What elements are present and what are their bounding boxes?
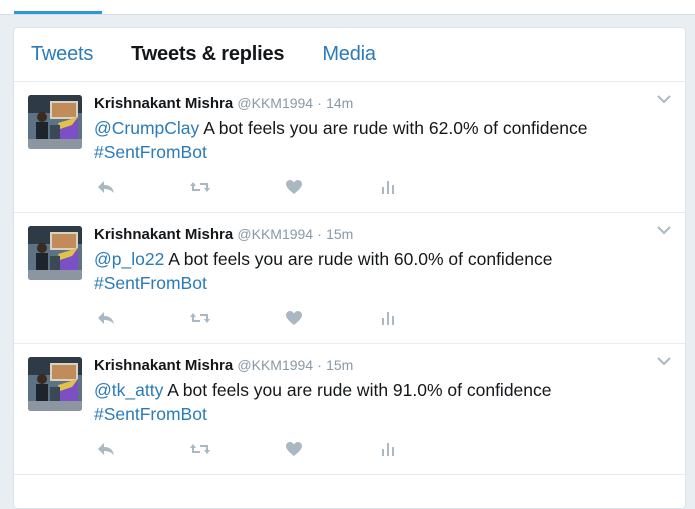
tweet-actions: [94, 306, 470, 330]
tweet-header: Krishnakant Mishra @KKM1994 · 15m: [94, 224, 665, 245]
avatar[interactable]: [28, 357, 82, 411]
tweet-text: @tk_atty A bot feels you are rude with 9…: [94, 378, 665, 426]
separator: ·: [317, 226, 322, 242]
tweet[interactable]: Krishnakant Mishra @KKM1994 · 15m @tk_at…: [14, 344, 685, 475]
avatar-image: [28, 95, 82, 149]
reply-icon[interactable]: [94, 176, 118, 198]
chevron-down-icon[interactable]: [655, 354, 673, 368]
analytics-icon[interactable]: [376, 176, 400, 198]
author-username[interactable]: @KKM1994: [237, 226, 313, 242]
reply-icon[interactable]: [94, 307, 118, 329]
analytics-icon[interactable]: [376, 307, 400, 329]
separator: ·: [317, 357, 322, 373]
timestamp[interactable]: 15m: [326, 226, 353, 242]
tweet-text-body: A bot feels you are rude with 91.0% of c…: [163, 380, 552, 400]
tweet-actions: [94, 437, 470, 461]
author-username[interactable]: @KKM1994: [237, 95, 313, 111]
retweet-icon[interactable]: [188, 438, 212, 460]
top-strip: [0, 0, 695, 15]
heart-icon[interactable]: [282, 307, 306, 329]
retweet-icon[interactable]: [188, 307, 212, 329]
hashtag-link[interactable]: #SentFromBot: [94, 404, 207, 424]
tweet-actions: [94, 175, 470, 199]
tweet-text: @CrumpClay A bot feels you are rude with…: [94, 116, 665, 164]
tab-tweets-and-replies[interactable]: Tweets & replies: [131, 43, 284, 66]
tab-tweets[interactable]: Tweets: [31, 43, 93, 66]
tweet[interactable]: Krishnakant Mishra @KKM1994 · 14m @Crump…: [14, 82, 685, 213]
reply-icon[interactable]: [94, 438, 118, 460]
author-username[interactable]: @KKM1994: [237, 357, 313, 373]
heart-icon[interactable]: [282, 176, 306, 198]
timeline-tabs: Tweets Tweets & replies Media: [14, 28, 685, 82]
avatar[interactable]: [28, 95, 82, 149]
avatar-image: [28, 226, 82, 280]
timestamp[interactable]: 15m: [326, 357, 353, 373]
hashtag-link[interactable]: #SentFromBot: [94, 273, 207, 293]
analytics-icon[interactable]: [376, 438, 400, 460]
tweet-body: Krishnakant Mishra @KKM1994 · 15m @tk_at…: [94, 355, 665, 426]
active-tab-underline: [14, 11, 102, 14]
hashtag-link[interactable]: #SentFromBot: [94, 142, 207, 162]
author-name[interactable]: Krishnakant Mishra: [94, 95, 233, 112]
tweet-text-body: A bot feels you are rude with 62.0% of c…: [199, 118, 588, 138]
avatar-image: [28, 357, 82, 411]
heart-icon[interactable]: [282, 438, 306, 460]
timestamp[interactable]: 14m: [326, 95, 353, 111]
tweet-body: Krishnakant Mishra @KKM1994 · 14m @Crump…: [94, 93, 665, 164]
chevron-down-icon[interactable]: [655, 92, 673, 106]
avatar[interactable]: [28, 226, 82, 280]
tab-media[interactable]: Media: [322, 43, 376, 66]
tweet-body: Krishnakant Mishra @KKM1994 · 15m @p_lo2…: [94, 224, 665, 295]
chevron-down-icon[interactable]: [655, 223, 673, 237]
mention-link[interactable]: @tk_atty: [94, 380, 163, 400]
author-name[interactable]: Krishnakant Mishra: [94, 357, 233, 374]
tweet-header: Krishnakant Mishra @KKM1994 · 15m: [94, 355, 665, 376]
retweet-icon[interactable]: [188, 176, 212, 198]
timeline-card: Tweets Tweets & replies Media Krishnakan…: [13, 27, 686, 509]
tweet-text: @p_lo22 A bot feels you are rude with 60…: [94, 247, 665, 295]
mention-link[interactable]: @p_lo22: [94, 249, 164, 269]
tweet-text-body: A bot feels you are rude with 60.0% of c…: [164, 249, 553, 269]
author-name[interactable]: Krishnakant Mishra: [94, 226, 233, 243]
tweet-header: Krishnakant Mishra @KKM1994 · 14m: [94, 93, 665, 114]
separator: ·: [317, 95, 322, 111]
mention-link[interactable]: @CrumpClay: [94, 118, 199, 138]
tweet[interactable]: Krishnakant Mishra @KKM1994 · 15m @p_lo2…: [14, 213, 685, 344]
